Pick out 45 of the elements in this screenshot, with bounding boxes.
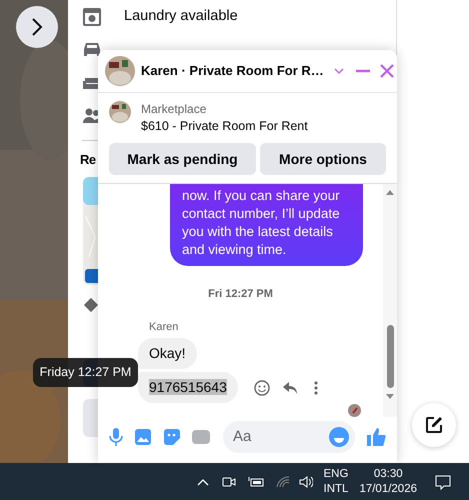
amenity-label: Laundry available bbox=[124, 6, 238, 26]
chevron-up-icon[interactable] bbox=[196, 478, 209, 486]
camera-icon[interactable] bbox=[222, 474, 236, 488]
language-indicator[interactable]: ENG bbox=[324, 466, 348, 482]
emoji-icon[interactable] bbox=[329, 427, 349, 447]
battery-icon[interactable] bbox=[248, 476, 264, 488]
sender-name: Karen bbox=[149, 320, 180, 334]
speaker-icon[interactable] bbox=[298, 474, 313, 488]
washing-machine-icon bbox=[82, 6, 102, 26]
notification-icon[interactable] bbox=[435, 474, 451, 490]
clock-date[interactable]: 17/01/2026 bbox=[359, 482, 417, 496]
keyboard-layout-indicator[interactable]: INTL bbox=[324, 482, 348, 496]
close-icon[interactable] bbox=[380, 64, 394, 78]
listing-title[interactable]: $610 - Private Room For Rent bbox=[141, 118, 308, 135]
sent-message: now. If you can share your contact number, I’ll update you with the latest details and viewing time. bbox=[170, 184, 363, 266]
mark-pending-button[interactable]: Mark as pending bbox=[109, 143, 256, 175]
message-input[interactable]: Aa bbox=[223, 421, 355, 453]
avatar-photo bbox=[105, 56, 135, 86]
section-heading: Re bbox=[80, 151, 96, 169]
minimize-icon[interactable] bbox=[356, 69, 370, 73]
received-message: Okay! bbox=[138, 338, 197, 369]
more-icon[interactable] bbox=[314, 380, 318, 394]
thumbs-up-icon[interactable] bbox=[366, 427, 386, 447]
react-icon[interactable] bbox=[254, 380, 270, 396]
scroll-down-icon[interactable] bbox=[386, 394, 394, 399]
chevron-right-icon bbox=[31, 18, 43, 36]
chevron-down-icon[interactable] bbox=[334, 67, 344, 75]
photo-icon[interactable] bbox=[134, 428, 152, 446]
compose-icon bbox=[425, 416, 443, 434]
sticker-icon[interactable] bbox=[163, 428, 181, 446]
received-message: 9176515643 bbox=[138, 372, 238, 403]
scrollbar[interactable] bbox=[383, 184, 397, 417]
clock-time[interactable]: 03:30 bbox=[374, 466, 403, 482]
wifi-icon[interactable] bbox=[276, 476, 290, 488]
message-timestamp: Fri 12:27 PM bbox=[207, 287, 274, 302]
more-options-button[interactable]: More options bbox=[260, 143, 386, 175]
read-receipt-avatar bbox=[348, 404, 361, 417]
microphone-icon[interactable] bbox=[109, 427, 123, 447]
chat-title[interactable]: Karen · Private Room For R… bbox=[141, 61, 324, 81]
listing-source: Marketplace bbox=[141, 101, 208, 118]
reply-icon[interactable] bbox=[282, 380, 298, 394]
tooltip: Friday 12:27 PM bbox=[33, 358, 138, 387]
listing-photo bbox=[109, 101, 131, 123]
new-message-button[interactable] bbox=[412, 403, 456, 447]
scroll-up-icon[interactable] bbox=[386, 190, 394, 195]
